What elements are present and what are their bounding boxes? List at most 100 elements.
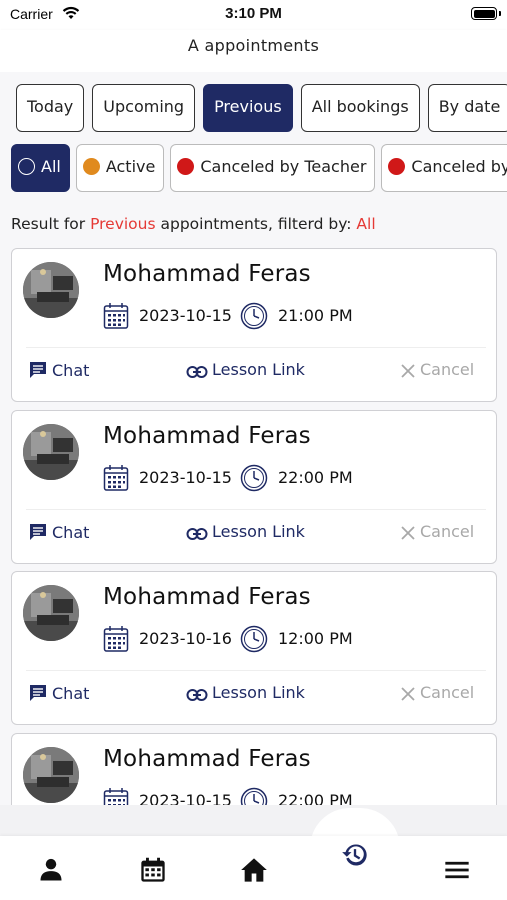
app-header: A appointments bbox=[0, 30, 507, 72]
status-filters: All Active Canceled by Teacher Canceled by … bbox=[11, 144, 507, 192]
teacher-name: Mohammad Feras bbox=[103, 423, 311, 449]
main-content[interactable]: Today Upcoming Previous All bookings By date… bbox=[0, 72, 507, 805]
status-bar: Carrier 3:10 PM bbox=[0, 0, 507, 30]
chat-label: Chat bbox=[52, 523, 90, 542]
appointment-card: Mohammad Feras 2023-10-16 12:00 PM Chat … bbox=[11, 571, 497, 725]
clock-icon bbox=[240, 302, 268, 334]
appointment-date: 2023-10-15 bbox=[139, 468, 232, 487]
filter-canceled-by-teacher[interactable]: Canceled by Teacher bbox=[170, 144, 376, 192]
clock-icon bbox=[240, 625, 268, 657]
appointment-card: Mohammad Feras 2023-10-15 22:00 PM bbox=[11, 733, 497, 805]
cancel-label: Cancel bbox=[420, 522, 475, 541]
filter-canceled-student-dot bbox=[388, 158, 406, 175]
filter-canceled-by-student[interactable]: Canceled by Student bbox=[381, 144, 507, 192]
link-icon bbox=[186, 528, 208, 540]
lesson-link-button[interactable]: Lesson Link bbox=[186, 522, 305, 541]
nav-menu[interactable] bbox=[443, 856, 473, 886]
avatar bbox=[23, 747, 79, 803]
calendar-icon bbox=[103, 302, 129, 334]
appointment-date: 2023-10-15 bbox=[139, 306, 232, 325]
appointment-card: Mohammad Feras 2023-10-15 21:00 PM Chat … bbox=[11, 248, 497, 402]
appointment-time: 12:00 PM bbox=[278, 629, 353, 648]
cancel-button[interactable]: Cancel bbox=[400, 522, 474, 541]
lesson-link-label: Lesson Link bbox=[212, 683, 305, 702]
appointment-time: 22:00 PM bbox=[278, 468, 353, 487]
link-icon bbox=[186, 689, 208, 701]
home-icon bbox=[241, 858, 267, 882]
bottom-nav bbox=[0, 836, 507, 900]
filter-active[interactable]: Active bbox=[75, 144, 165, 192]
tab-all-bookings[interactable]: All bookings bbox=[300, 84, 420, 132]
tab-previous[interactable]: Previous bbox=[203, 84, 293, 132]
clock-icon bbox=[240, 464, 268, 496]
lesson-link-button[interactable]: Lesson Link bbox=[186, 360, 305, 379]
clock-icon bbox=[240, 787, 268, 805]
close-icon bbox=[401, 526, 415, 540]
period-tabs: Today Upcoming Previous All bookings By date bbox=[16, 84, 507, 132]
nav-history[interactable] bbox=[341, 841, 371, 871]
cancel-label: Cancel bbox=[420, 360, 475, 379]
chat-icon bbox=[30, 362, 46, 378]
chat-button[interactable]: Chat bbox=[28, 683, 89, 703]
teacher-name: Mohammad Feras bbox=[103, 746, 311, 772]
filter-all-dot bbox=[18, 158, 35, 175]
close-icon bbox=[401, 364, 415, 378]
person-icon bbox=[40, 858, 62, 881]
avatar bbox=[23, 424, 79, 480]
cancel-button[interactable]: Cancel bbox=[400, 683, 474, 702]
history-icon bbox=[342, 844, 367, 866]
chat-icon bbox=[30, 524, 46, 540]
calendar-icon bbox=[103, 464, 129, 496]
teacher-name: Mohammad Feras bbox=[103, 261, 311, 287]
battery-tip bbox=[499, 11, 501, 16]
filter-canceled-teacher-label: Canceled by Teacher bbox=[200, 157, 367, 176]
chat-label: Chat bbox=[52, 684, 90, 703]
calendar-icon bbox=[103, 787, 129, 805]
filter-all[interactable]: All bbox=[11, 144, 70, 192]
link-icon bbox=[186, 366, 208, 378]
result-middle: appointments, filterd by: bbox=[155, 215, 357, 233]
appointment-time: 22:00 PM bbox=[278, 791, 353, 805]
result-prefix: Result for bbox=[11, 215, 91, 233]
appointment-card: Mohammad Feras 2023-10-15 22:00 PM Chat … bbox=[11, 410, 497, 564]
chat-label: Chat bbox=[52, 361, 90, 380]
result-tab: Previous bbox=[90, 215, 156, 233]
tab-upcoming[interactable]: Upcoming bbox=[92, 84, 196, 132]
avatar bbox=[23, 585, 79, 641]
filter-all-label: All bbox=[41, 157, 61, 176]
tab-by-date[interactable]: By date bbox=[427, 84, 507, 132]
battery-icon bbox=[471, 7, 497, 20]
chat-button[interactable]: Chat bbox=[28, 360, 89, 380]
lesson-link-label: Lesson Link bbox=[212, 522, 305, 541]
nav-calendar[interactable] bbox=[139, 856, 169, 886]
appointment-date: 2023-10-16 bbox=[139, 629, 232, 648]
page-title: A appointments bbox=[187, 36, 320, 55]
filter-canceled-teacher-dot bbox=[177, 158, 195, 175]
calendar-icon bbox=[141, 857, 165, 882]
avatar bbox=[23, 262, 79, 318]
card-divider bbox=[26, 347, 486, 348]
card-divider bbox=[26, 670, 486, 671]
lesson-link-button[interactable]: Lesson Link bbox=[186, 683, 305, 702]
chat-icon bbox=[30, 685, 46, 701]
cancel-button[interactable]: Cancel bbox=[400, 360, 474, 379]
clock-time: 3:10 PM bbox=[225, 5, 282, 22]
filter-canceled-student-label: Canceled by Student bbox=[411, 157, 507, 176]
menu-icon bbox=[445, 861, 469, 879]
result-filter: All bbox=[356, 215, 376, 233]
filter-active-dot bbox=[82, 158, 100, 175]
nav-profile[interactable] bbox=[37, 856, 67, 886]
calendar-icon bbox=[103, 625, 129, 657]
tab-today[interactable]: Today bbox=[16, 84, 85, 132]
chat-button[interactable]: Chat bbox=[28, 522, 89, 542]
cancel-label: Cancel bbox=[420, 683, 475, 702]
appointment-date: 2023-10-15 bbox=[139, 791, 232, 805]
close-icon bbox=[401, 687, 415, 701]
result-summary: Result for Previous appointments, filter… bbox=[11, 215, 376, 233]
appointment-time: 21:00 PM bbox=[278, 306, 353, 325]
nav-home[interactable] bbox=[240, 856, 270, 886]
card-divider bbox=[26, 509, 486, 510]
teacher-name: Mohammad Feras bbox=[103, 584, 311, 610]
lesson-link-label: Lesson Link bbox=[212, 360, 305, 379]
filter-active-label: Active bbox=[105, 157, 156, 176]
